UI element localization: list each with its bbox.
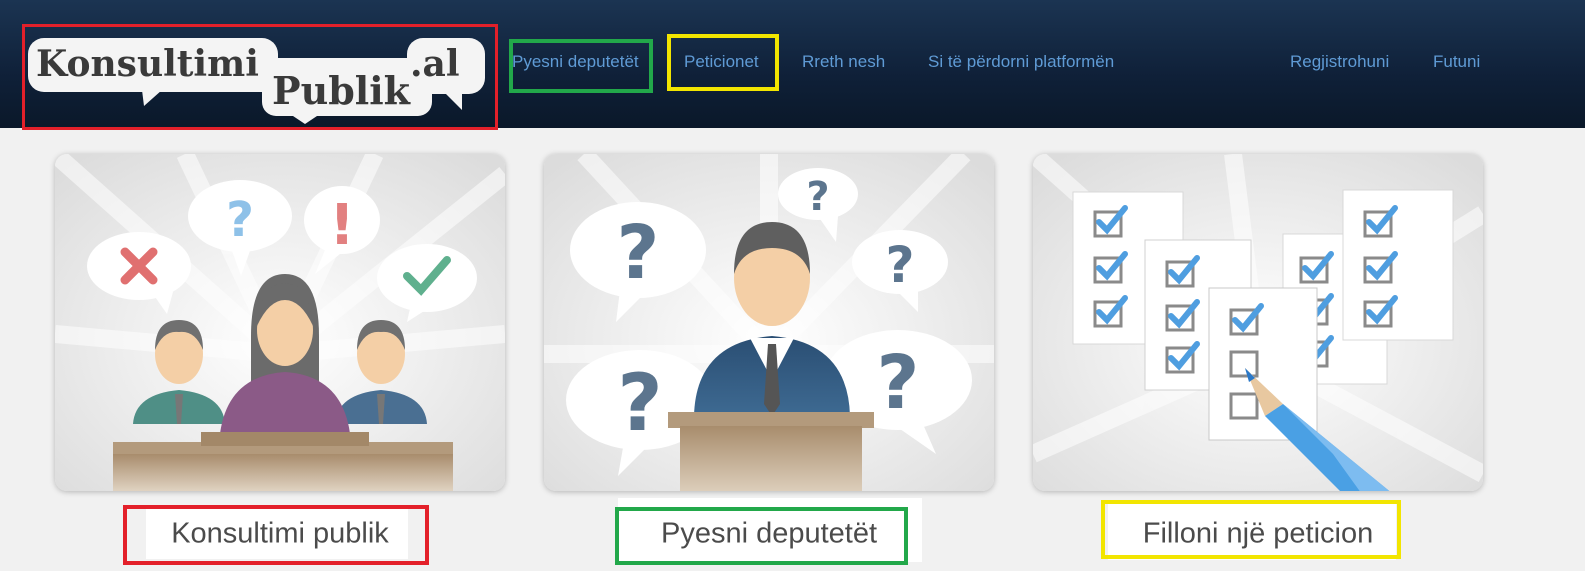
petition-card[interactable] xyxy=(1033,154,1483,491)
nav-about-us[interactable]: Rreth nesh xyxy=(802,52,885,72)
consultation-caption[interactable]: Konsultimi publik xyxy=(171,518,389,551)
logo-graphic: Konsultimi Publik .al xyxy=(28,38,485,124)
nav-ask-deputies[interactable]: Pyesni deputetët xyxy=(512,52,639,72)
site-logo[interactable]: Konsultimi Publik .al xyxy=(24,24,498,130)
petition-checklist-illustration xyxy=(1033,154,1483,491)
logo-word3: .al xyxy=(410,43,460,85)
nav-petitions[interactable]: Peticionet xyxy=(684,52,759,72)
svg-text:?: ? xyxy=(877,340,920,426)
svg-text:?: ? xyxy=(226,192,254,248)
svg-text:?: ? xyxy=(617,210,660,296)
ask-deputies-illustration: ? ? ? ? ? xyxy=(544,154,994,491)
logo-word2: Publik xyxy=(272,68,411,113)
petition-caption[interactable]: Filloni një peticion xyxy=(1143,518,1374,551)
svg-text:?: ? xyxy=(885,236,914,294)
top-navbar: Konsultimi Publik .al Pyesni deputetët P… xyxy=(0,0,1585,128)
register-link[interactable]: Regjistrohuni xyxy=(1290,52,1389,72)
logo-word1: Konsultimi xyxy=(36,43,259,85)
checklist-sheet-front xyxy=(1208,287,1318,441)
ask-deputies-card[interactable]: ? ? ? ? ? xyxy=(544,154,994,491)
checklist-sheet-far-right xyxy=(1342,189,1454,341)
public-consultation-illustration: ? ! xyxy=(55,154,505,491)
svg-text:?: ? xyxy=(617,359,662,449)
svg-text:!: ! xyxy=(329,193,355,258)
consultation-card[interactable]: ? ! xyxy=(55,154,505,491)
nav-how-to-use[interactable]: Si të përdorni platformën xyxy=(928,52,1114,72)
ask-deputies-caption[interactable]: Pyesni deputetët xyxy=(661,518,877,551)
svg-text:?: ? xyxy=(806,174,829,220)
login-link[interactable]: Futuni xyxy=(1433,52,1480,72)
